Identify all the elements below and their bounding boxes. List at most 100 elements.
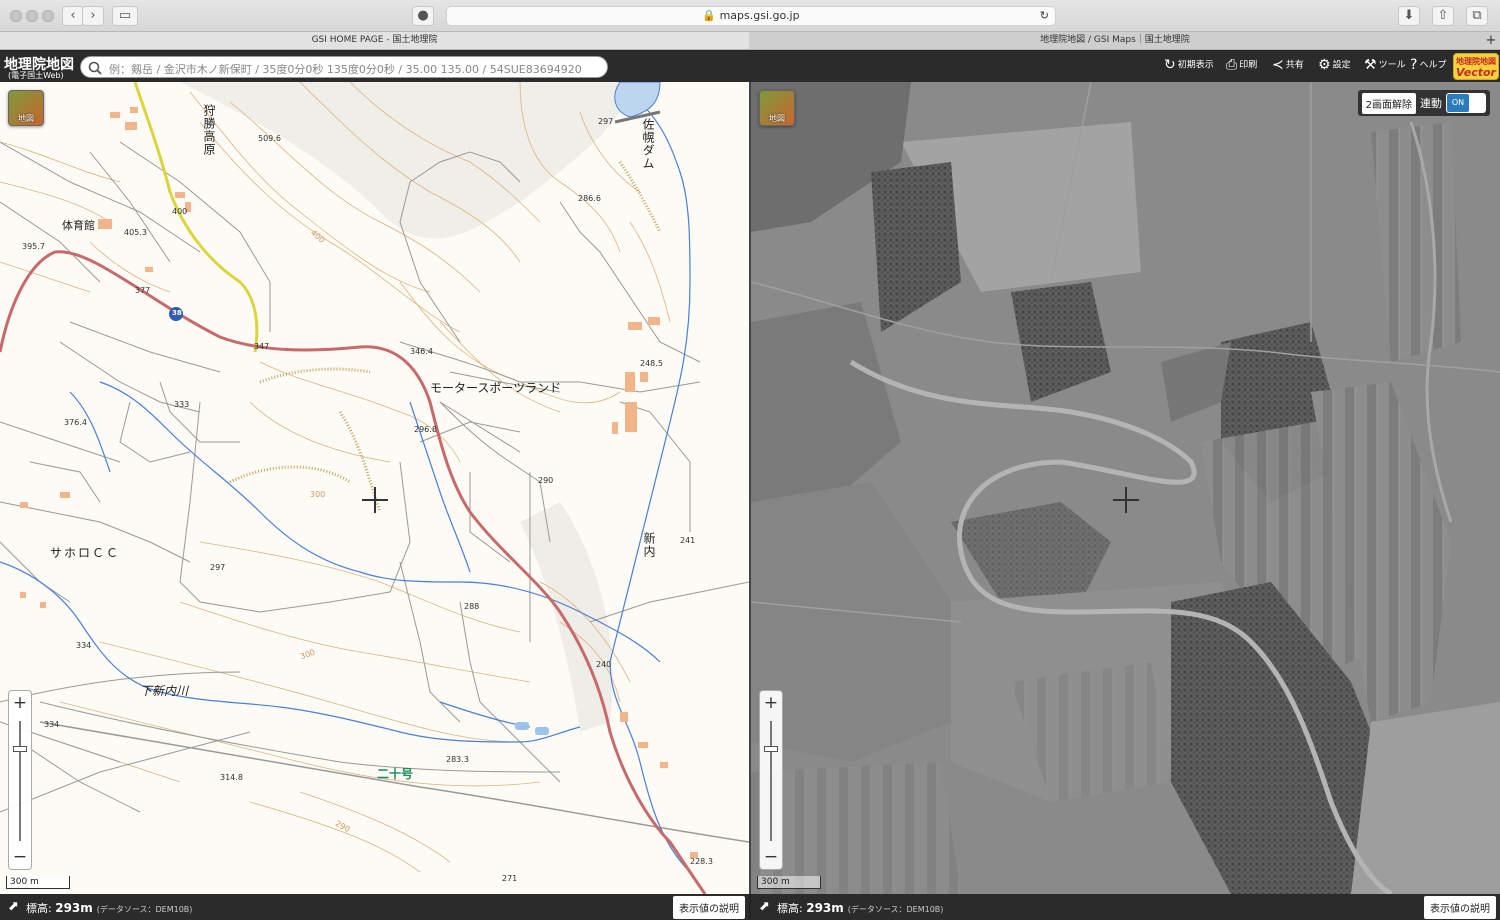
elevation-label: 標高:	[26, 902, 52, 915]
collapse-arrow-icon[interactable]: ⬈	[8, 899, 19, 914]
zoom-out-button[interactable]: −	[9, 847, 31, 867]
spot-height: 509.6	[258, 134, 281, 143]
url-text: maps.gsi.go.jp	[719, 9, 800, 22]
layer-select-button[interactable]: 地図	[759, 90, 795, 126]
scale-bar: 300 m	[6, 876, 70, 889]
search-icon	[88, 61, 102, 75]
zoom-slider-handle[interactable]	[764, 746, 778, 752]
zoom-window-button[interactable]	[42, 10, 54, 22]
settings-label: 設定	[1332, 60, 1351, 71]
spot-height: 405.3	[124, 228, 147, 237]
zoom-slider-track[interactable]	[770, 721, 772, 841]
elevation-value: 293m	[806, 901, 844, 915]
spot-height: 347	[254, 342, 270, 351]
elevation-label: 標高:	[777, 902, 803, 915]
refresh-icon: ↻	[1164, 57, 1176, 73]
new-tab-icon[interactable]: +	[1482, 32, 1500, 49]
spot-height: 377	[135, 286, 151, 295]
sync-label: 連動	[1420, 97, 1442, 110]
spot-height: 376.4	[64, 418, 87, 427]
zoom-in-button[interactable]: +	[9, 693, 31, 713]
explain-values-button[interactable]: 表示値の説明	[1424, 896, 1496, 919]
print-button[interactable]: ⎙ 印刷	[1226, 57, 1257, 73]
help-button[interactable]: ? ヘルプ	[1410, 57, 1446, 73]
share-button[interactable]: ≺ 共有	[1272, 57, 1304, 73]
sidebar-toggle-icon[interactable]: ▭	[112, 6, 138, 26]
place-label-motorsport: モータースポーツランド	[430, 381, 562, 395]
share-label: 共有	[1285, 60, 1304, 71]
help-label: ヘルプ	[1419, 60, 1447, 71]
spot-height: 288	[464, 602, 480, 611]
topographic-map-pane[interactable]: 狩勝高原 佐幌ダム 体育館 モータースポーツランド サホロＣＣ 新内 下新内川 …	[0, 82, 749, 894]
spot-height: 334	[44, 720, 60, 729]
browser-toolbar: ‹ › ▭ ● 🔒 maps.gsi.go.jp ↻ ⬇ ⇧ ⧉	[0, 0, 1500, 32]
tab-gsi-home[interactable]: GSI HOME PAGE - 国土地理院	[0, 32, 749, 49]
reset-view-label: 初期表示	[1177, 60, 1214, 71]
spot-height: 334	[76, 641, 92, 650]
spot-height: 395.7	[22, 242, 45, 251]
tools-button[interactable]: ⚒ ツール	[1364, 57, 1406, 73]
settings-button[interactable]: ⚙ 設定	[1318, 57, 1351, 73]
help-icon: ?	[1410, 57, 1418, 73]
share-icon: ≺	[1272, 57, 1284, 73]
exit-split-view-button[interactable]: 2画面解除	[1361, 92, 1416, 114]
spot-height: 400	[172, 207, 188, 216]
back-button[interactable]: ‹	[62, 6, 84, 26]
split-view-controls: 2画面解除 連動 ON	[1357, 90, 1490, 116]
scale-bar: 300 m	[757, 876, 821, 889]
gear-icon: ⚙	[1318, 57, 1331, 73]
spot-height: 283.3	[446, 755, 469, 764]
layer-button-label: 地図	[769, 114, 785, 123]
address-bar[interactable]: 🔒 maps.gsi.go.jp ↻	[446, 6, 1056, 26]
extension-icon[interactable]: ●	[412, 6, 434, 26]
minimize-window-button[interactable]	[26, 10, 38, 22]
spot-height: 241	[680, 536, 696, 545]
collapse-arrow-icon[interactable]: ⬈	[759, 899, 770, 914]
road-label: 二十号	[377, 767, 414, 781]
data-source: (データソース：DEM10B)	[847, 905, 944, 914]
print-label: 印刷	[1239, 60, 1258, 71]
share-page-icon[interactable]: ⇧	[1432, 6, 1454, 26]
vector-logo[interactable]: 地理院地図 Vector	[1453, 53, 1499, 80]
layer-button-label: 地図	[18, 114, 34, 123]
reset-view-button[interactable]: ↻ 初期表示	[1164, 57, 1214, 73]
spot-height: 333	[174, 400, 190, 409]
search-placeholder: 例：剱岳 / 金沢市木ノ新保町 / 35度0分0秒 135度0分0秒 / 35.…	[109, 63, 582, 76]
sync-toggle[interactable]: ON	[1446, 93, 1486, 113]
tab-overview-icon[interactable]: ⧉	[1466, 6, 1488, 26]
aerial-photo-pane[interactable]: 地図 2画面解除 連動 ON + − 300 m	[751, 82, 1500, 894]
forward-button[interactable]: ›	[82, 6, 104, 26]
zoom-out-button[interactable]: −	[760, 847, 782, 867]
tab-gsi-maps[interactable]: 地理院地図 / GSI Maps｜国土地理院	[750, 32, 1480, 49]
place-label-gym: 体育館	[62, 219, 95, 232]
elevation-footer-right: ⬈ 標高: 293m (データソース：DEM10B) 表示値の説明	[751, 894, 1500, 920]
zoom-slider-handle[interactable]	[13, 746, 27, 752]
place-label-golf: サホロＣＣ	[50, 546, 121, 560]
printer-icon: ⎙	[1226, 57, 1238, 73]
elevation-readout: 標高: 293m (データソース：DEM10B)	[26, 900, 192, 916]
place-label-shinnai: 新内	[642, 532, 656, 558]
place-label-plateau: 狩勝高原	[202, 104, 216, 156]
downloads-icon[interactable]: ⬇	[1398, 6, 1420, 26]
center-crosshair-icon	[1113, 487, 1139, 513]
spot-height: 286.6	[578, 194, 601, 203]
spot-height: 297	[210, 563, 226, 572]
search-input[interactable]: 例：剱岳 / 金沢市木ノ新保町 / 35度0分0秒 135度0分0秒 / 35.…	[80, 56, 608, 78]
pond	[515, 722, 529, 730]
spot-height: 271	[502, 874, 518, 883]
spot-height: 240	[596, 660, 612, 669]
elevation-footer-left: ⬈ 標高: 293m (データソース：DEM10B) 表示値の説明	[0, 894, 749, 920]
layer-select-button[interactable]: 地図	[8, 90, 44, 126]
spot-height: 296.8	[414, 425, 437, 434]
spot-height: 297	[598, 117, 614, 126]
vector-logo-bottom: Vector	[1456, 66, 1496, 79]
zoom-slider-track[interactable]	[19, 721, 21, 841]
close-window-button[interactable]	[10, 10, 22, 22]
zoom-in-button[interactable]: +	[760, 693, 782, 713]
app-logo-subtitle: (電子国土Web)	[8, 71, 64, 80]
elevation-value: 293m	[55, 901, 93, 915]
explain-values-button[interactable]: 表示値の説明	[673, 896, 745, 919]
zoom-control: + −	[8, 690, 32, 870]
spot-height: 228.3	[690, 857, 713, 866]
reload-icon[interactable]: ↻	[1040, 7, 1049, 25]
